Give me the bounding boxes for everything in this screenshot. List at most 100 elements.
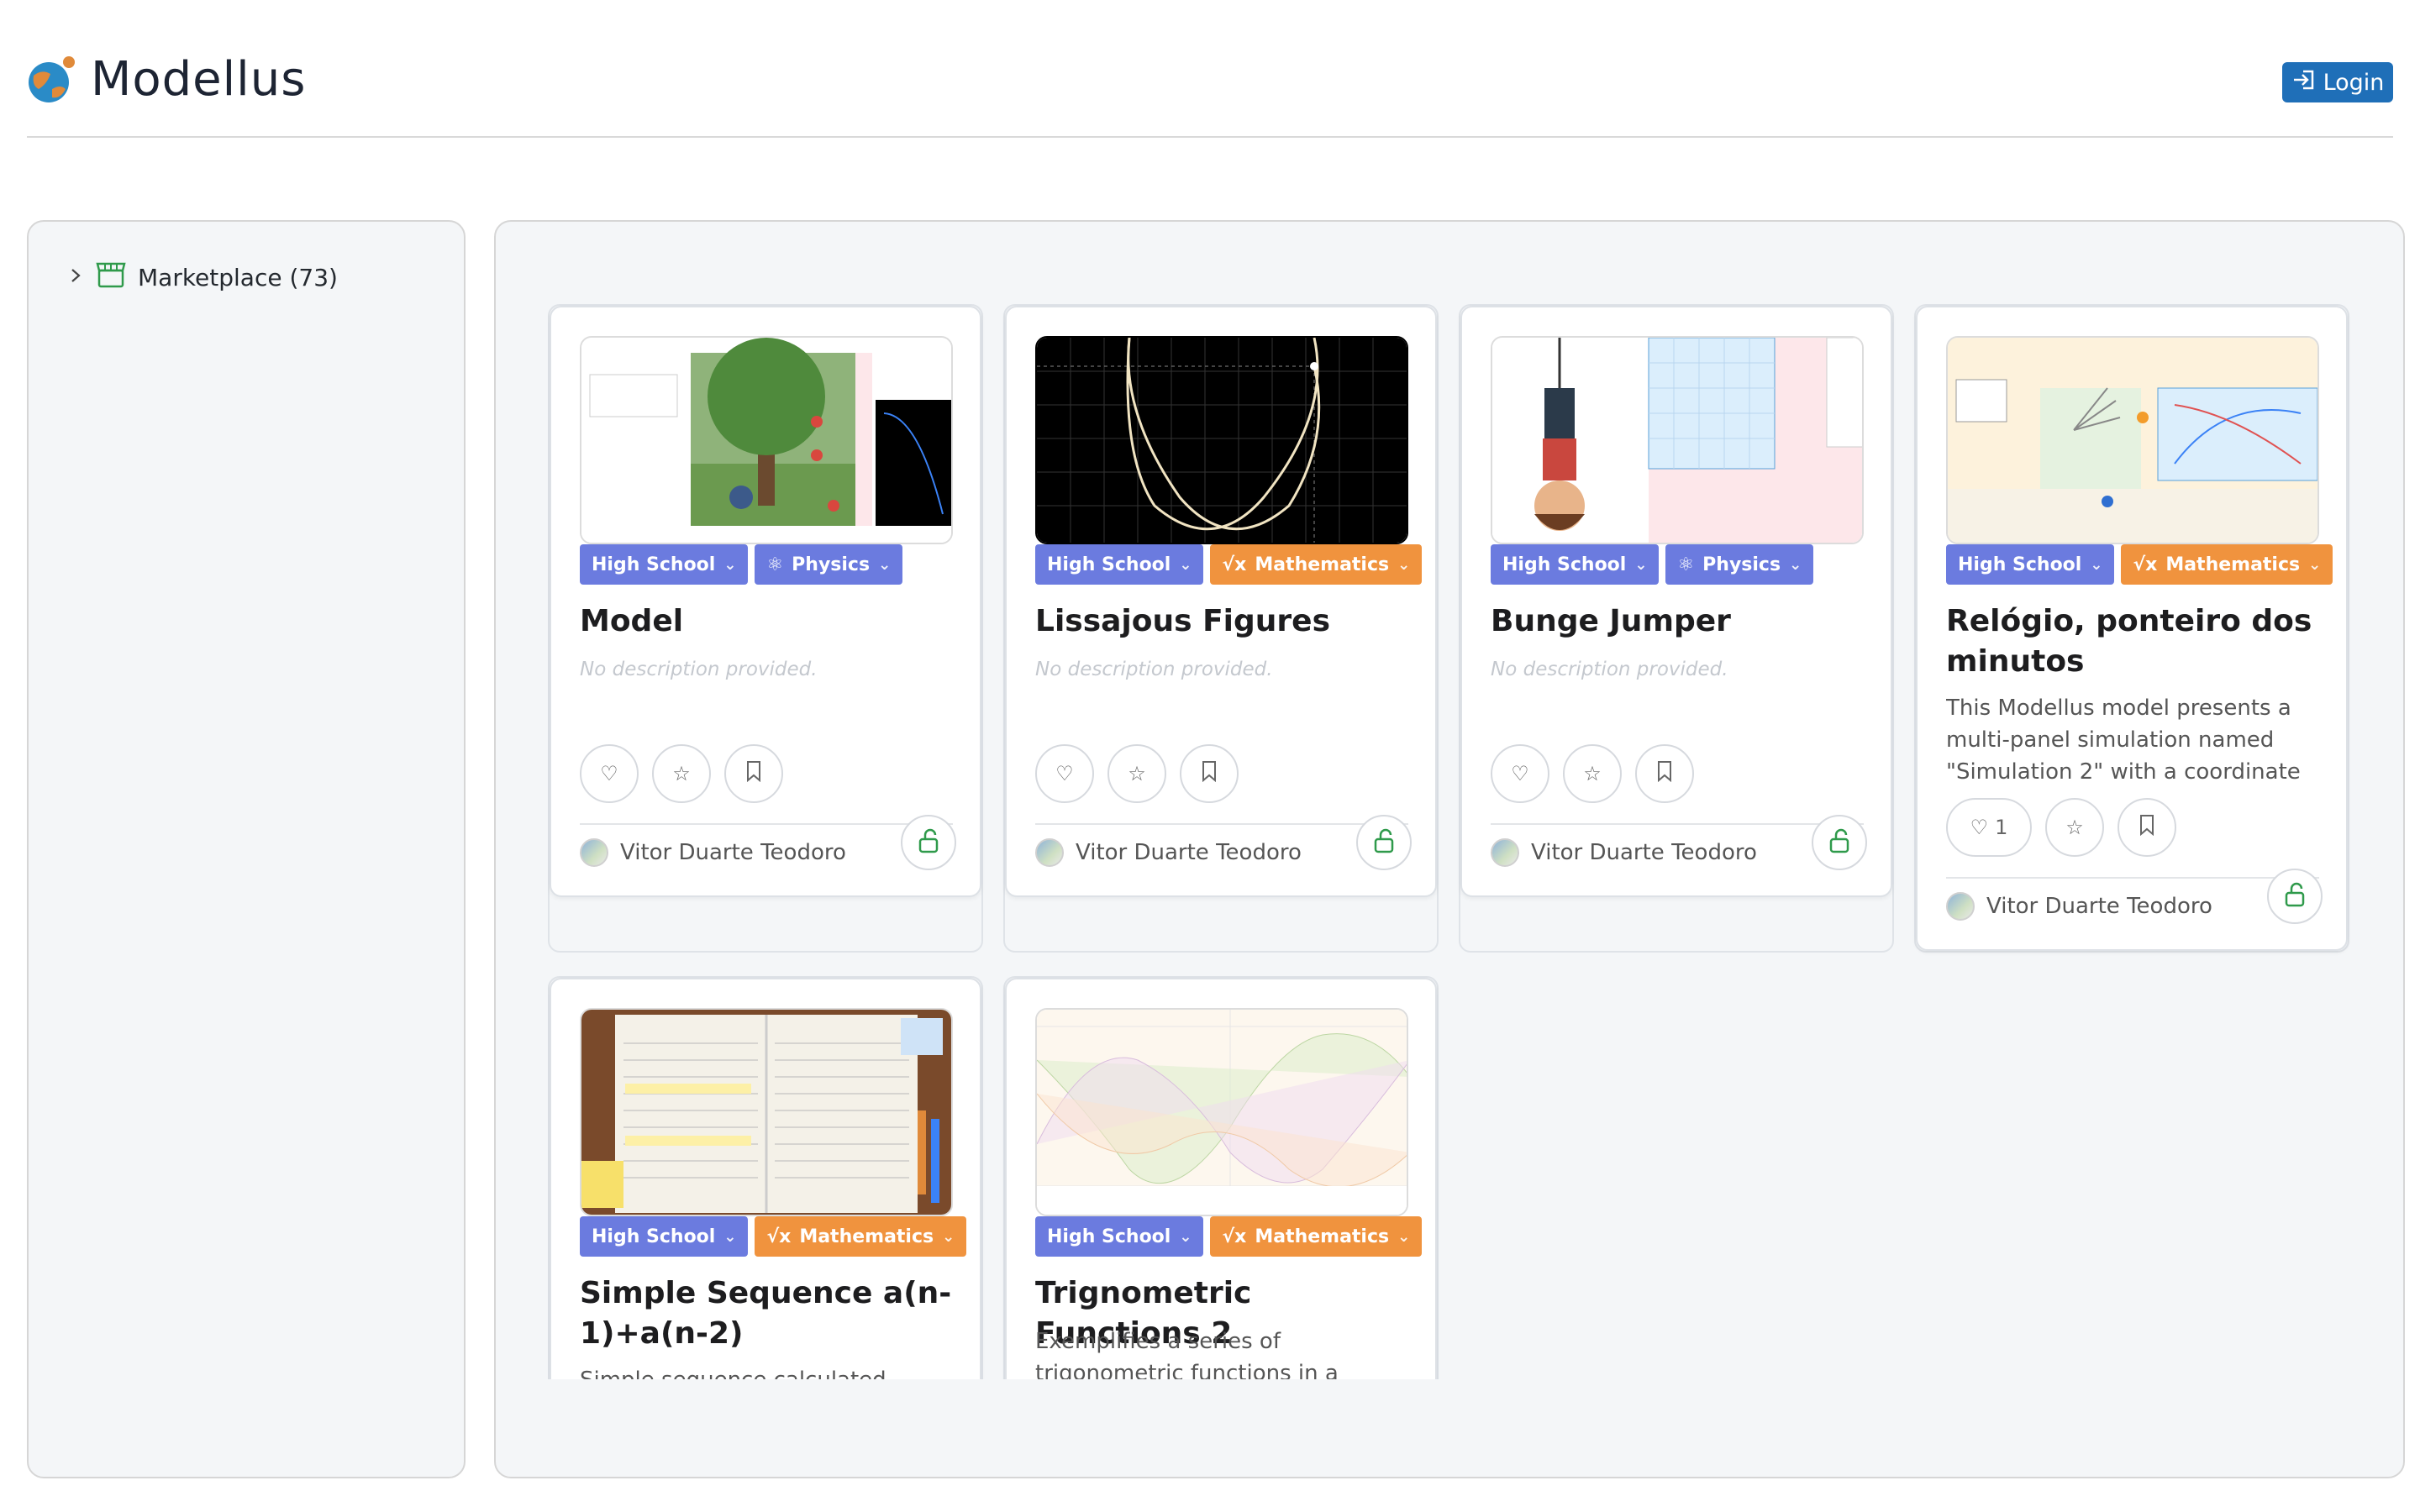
card-title[interactable]: Bunge Jumper [1491,601,1864,642]
heart-icon: ♡ [1970,816,1989,839]
heart-icon: ♡ [600,762,618,785]
card-description: Simple sequence calculated... [580,1364,953,1379]
favorite-button[interactable]: ☆ [1107,744,1166,803]
card-description: No description provided. [580,659,818,680]
like-button[interactable]: ♡ 1 [1946,798,2032,857]
subject-label: Mathematics [1255,554,1390,575]
sidebar: Marketplace (73) [27,220,466,1478]
subject-tag[interactable]: √x Mathematics ⌄ [1210,1216,1423,1257]
author-name: Vitor Duarte Teodoro [1986,894,2212,919]
model-card[interactable]: High School ⌄ ⚛ Physics ⌄ Bunge Jumper No d… [1460,306,1892,897]
heart-icon: ♡ [1511,762,1529,785]
subject-tag[interactable]: √x Mathematics ⌄ [2121,544,2333,585]
bookmark-button[interactable] [1180,744,1239,803]
atom-icon: ⚛ [1677,554,1695,575]
subject-tag[interactable]: ⚛ Physics ⌄ [755,544,903,585]
app-title: Modellus [91,52,307,107]
subject-label: Mathematics [2165,554,2301,575]
chevron-right-icon[interactable] [67,264,84,291]
divider [1491,823,1864,825]
bookmark-button[interactable] [2118,798,2176,857]
card-actions: ♡ ☆ [1491,744,1694,803]
card-title[interactable]: Simple Sequence a(n-1)+a(n-2) [580,1273,953,1354]
card-title[interactable]: Lissajous Figures [1035,601,1408,642]
favorite-button[interactable]: ☆ [652,744,711,803]
unlock-button[interactable] [1356,815,1412,870]
logo[interactable]: Modellus [27,52,306,107]
card-title[interactable]: Relógio, ponteiro dos minutos [1946,601,2319,682]
favorite-button[interactable]: ☆ [1563,744,1622,803]
author-name: Vitor Duarte Teodoro [1076,840,1302,865]
card-title[interactable]: Model [580,601,953,642]
divider [1946,877,2319,879]
thumbnail [1491,336,1864,544]
author[interactable]: Vitor Duarte Teodoro [1035,838,1302,867]
like-button[interactable]: ♡ [1491,744,1549,803]
tag-row: High School ⌄ √x Mathematics ⌄ [1946,544,2333,585]
author[interactable]: Vitor Duarte Teodoro [1946,892,2212,921]
subject-tag[interactable]: ⚛ Physics ⌄ [1665,544,1814,585]
level-tag[interactable]: High School ⌄ [1035,544,1204,585]
unlock-button[interactable] [901,815,956,870]
level-tag[interactable]: High School ⌄ [1491,544,1660,585]
model-card[interactable]: High School ⌄ √x Mathematics ⌄ Lissajous Fi… [1005,306,1437,897]
card-slot: High School ⌄ ⚛ Physics ⌄ Bunge Jumper No d… [1459,304,1894,953]
favorite-button[interactable]: ☆ [2045,798,2104,857]
card-slot: High School ⌄ √x Mathematics ⌄ Simple Seque… [548,976,983,1379]
tag-row: High School ⌄ ⚛ Physics ⌄ [580,544,903,585]
model-card[interactable]: High School ⌄ ⚛ Physics ⌄ Model No descript… [550,306,981,897]
subject-label: Physics [1702,554,1781,575]
unlock-icon [1372,828,1396,857]
level-tag[interactable]: High School ⌄ [580,1216,749,1257]
sidebar-item-marketplace[interactable]: Marketplace (73) [67,260,338,295]
model-card[interactable]: High School ⌄ √x Mathematics ⌄ Relógio, pon… [1916,306,2348,951]
card-slot: High School ⌄ √x Mathematics ⌄ Lissajous Fi… [1003,304,1439,953]
divider [580,823,953,825]
unlock-button[interactable] [2267,869,2323,924]
model-card[interactable]: High School ⌄ √x Mathematics ⌄ Trignometric… [1005,978,1437,1379]
atom-icon: ⚛ [766,554,784,575]
bookmark-icon [745,760,762,787]
level-tag[interactable]: High School ⌄ [580,544,749,585]
subject-label: Mathematics [1255,1226,1390,1247]
chevron-down-icon: ⌄ [1179,1227,1192,1246]
bookmark-icon [1656,760,1673,787]
model-card[interactable]: High School ⌄ √x Mathematics ⌄ Simple Seque… [550,978,981,1379]
like-button[interactable]: ♡ [580,744,639,803]
unlock-button[interactable] [1812,815,1867,870]
bookmark-icon [1201,760,1218,787]
globe-icon [27,55,76,104]
author[interactable]: Vitor Duarte Teodoro [580,838,846,867]
avatar [1946,892,1975,921]
level-label: High School [1502,554,1627,575]
star-icon: ☆ [2065,816,2084,839]
main-panel: High School ⌄ ⚛ Physics ⌄ Model No descript… [494,220,2405,1478]
card-actions: ♡ ☆ [580,744,783,803]
card-description: This Modellus model presents a multi-pan… [1946,696,2301,785]
bookmark-button[interactable] [724,744,783,803]
chevron-down-icon: ⌄ [2090,555,2103,574]
chevron-down-icon: ⌄ [1179,555,1192,574]
chevron-down-icon: ⌄ [1397,1227,1411,1246]
bookmark-button[interactable] [1635,744,1694,803]
card-slot: High School ⌄ √x Mathematics ⌄ Relógio, pon… [1914,304,2349,953]
level-tag[interactable]: High School ⌄ [1946,544,2115,585]
chevron-down-icon: ⌄ [723,555,737,574]
subject-tag[interactable]: √x Mathematics ⌄ [755,1216,967,1257]
chevron-down-icon: ⌄ [1789,555,1802,574]
author-name: Vitor Duarte Teodoro [620,840,846,865]
chevron-down-icon: ⌄ [1397,555,1411,574]
unlock-icon [1828,828,1851,857]
avatar [580,838,608,867]
app-header: Modellus Login [27,0,2393,138]
like-button[interactable]: ♡ [1035,744,1094,803]
divider [1035,823,1408,825]
level-tag[interactable]: High School ⌄ [1035,1216,1204,1257]
login-label: Login [2323,69,2385,96]
login-button[interactable]: Login [2282,62,2393,102]
card-grid: High School ⌄ ⚛ Physics ⌄ Model No descript… [548,304,2371,1379]
bookmark-icon [2139,814,2155,841]
author[interactable]: Vitor Duarte Teodoro [1491,838,1757,867]
subject-tag[interactable]: √x Mathematics ⌄ [1210,544,1423,585]
level-label: High School [1047,1226,1171,1247]
